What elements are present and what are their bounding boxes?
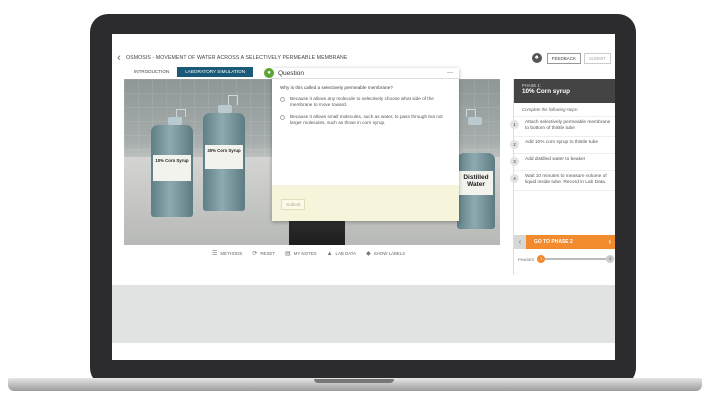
step-item: 2 Add 10% corn syrup to thistle tube (510, 137, 615, 154)
question-prompt: Why is this called a selectively permeab… (280, 85, 393, 90)
chevron-left-icon[interactable]: ‹ (112, 52, 126, 64)
phase-name: 10% Corn syrup (522, 88, 570, 95)
step-number: 4 (510, 174, 519, 183)
question-title: Question (278, 69, 305, 77)
show-labels-button[interactable]: ◆ SHOW LABELS (366, 250, 405, 257)
step-text: Add 10% corn syrup to thistle tube (525, 140, 599, 145)
top-bar: ‹ OSMOSIS - MOVEMENT OF WATER ACROSS A S… (112, 50, 615, 66)
phase-1-marker[interactable]: 1 (537, 255, 546, 263)
tab-introduction[interactable]: INTRODUCTION (126, 67, 177, 77)
step-item: 4 Wait 10 minutes to measure volume of l… (510, 171, 615, 191)
methods-button[interactable]: ☰ METHODS (212, 250, 242, 257)
reset-label: RESET (260, 251, 276, 256)
bottle-tube (228, 95, 238, 105)
step-item: 1 Attach selectively permeable membrane … (510, 117, 615, 137)
tab-bar: INTRODUCTION LABORATORY SIMULATION (126, 67, 254, 77)
previous-phase-button[interactable]: ‹ (514, 235, 526, 249)
phase-3-marker[interactable]: 3 (606, 255, 614, 263)
tab-laboratory-simulation[interactable]: LABORATORY SIMULATION (177, 67, 254, 77)
answer-option[interactable]: Because it allows any molecule to select… (272, 93, 459, 111)
step-number: 1 (510, 120, 519, 129)
lab-data-label: LAB DATA (335, 251, 357, 256)
bottle-label: 10% Corn Syrup (153, 155, 191, 181)
bottom-panel (112, 285, 615, 343)
question-footer: Submit (272, 185, 459, 221)
step-number: 3 (510, 157, 519, 166)
step-number: 2 (510, 140, 519, 149)
methods-label: METHODS (220, 251, 243, 256)
phase-navigation: ‹ GO TO PHASE 2 › (514, 235, 615, 249)
tag-icon: ◆ (366, 251, 371, 257)
bottle-tube (466, 109, 476, 117)
phase-progress: PHASES 1 3 (518, 254, 614, 264)
lab-data-button[interactable]: ▲ LAB DATA (327, 250, 357, 257)
step-text: Wait 10 minutes to measure volume of liq… (525, 174, 607, 185)
phase-header: PHASE 1: 10% Corn syrup (514, 79, 615, 103)
bottle-tube (176, 109, 186, 117)
step-text: Attach selectively permeable membrane to… (525, 120, 611, 131)
accessibility-icon[interactable]: ♠ (531, 53, 542, 63)
methods-icon: ☰ (212, 251, 218, 257)
bottle-cap (468, 117, 482, 125)
bottle-cap (218, 105, 232, 113)
radio-button[interactable] (280, 97, 285, 102)
reset-icon: ⟳ (252, 251, 258, 257)
go-to-phase-2-button[interactable]: GO TO PHASE 2 › (526, 235, 615, 249)
phase-subtitle: Complete the following steps: (514, 103, 615, 117)
question-submit-button[interactable]: Submit (281, 199, 306, 210)
answer-option[interactable]: Because it allows small molecules, such … (272, 111, 459, 129)
submit-button[interactable]: SUBMIT (583, 52, 611, 64)
reset-button[interactable]: ⟳ RESET (252, 250, 275, 257)
my-notes-label: MY NOTES (293, 251, 317, 256)
radio-button[interactable] (280, 115, 285, 120)
show-labels-label: SHOW LABELS (373, 251, 406, 256)
chevron-right-icon: › (608, 237, 611, 246)
phase-panel: PHASE 1: 10% Corn syrup Complete the fol… (510, 79, 615, 275)
phases-label: PHASES (518, 256, 535, 262)
question-header: ● Question — (264, 68, 459, 79)
go-to-phase-label: GO TO PHASE 2 (534, 239, 573, 245)
answer-text: Because it allows small molecules, such … (290, 114, 443, 125)
step-text: Add distilled water to beaker (525, 157, 586, 162)
minimize-icon[interactable]: — (447, 70, 453, 76)
bottle-label: Distilled Water (459, 171, 493, 195)
question-dialog: ● Question — Why is this called a select… (264, 68, 459, 221)
bottle-label: 30% Corn Syrup (205, 145, 243, 169)
bottle-cap (168, 117, 182, 125)
step-item: 3 Add distilled water to beaker (510, 154, 615, 171)
laptop-notch (314, 379, 394, 383)
lightbulb-icon: ● (264, 68, 274, 78)
page-title: OSMOSIS - MOVEMENT OF WATER ACROSS A SEL… (126, 55, 348, 61)
progress-track: 1 3 (537, 255, 614, 263)
answer-text: Because it allows any molecule to select… (290, 96, 434, 107)
feedback-button[interactable]: FEEDBACK (546, 52, 581, 64)
lab-toolbar: ☰ METHODS ⟳ RESET ▤ MY NOTES ▲ LAB DATA … (212, 250, 405, 258)
app-screen: ‹ OSMOSIS - MOVEMENT OF WATER ACROSS A S… (112, 34, 615, 360)
notes-icon: ▤ (285, 251, 291, 257)
my-notes-button[interactable]: ▤ MY NOTES (285, 250, 317, 257)
lab-data-icon: ▲ (326, 250, 333, 257)
